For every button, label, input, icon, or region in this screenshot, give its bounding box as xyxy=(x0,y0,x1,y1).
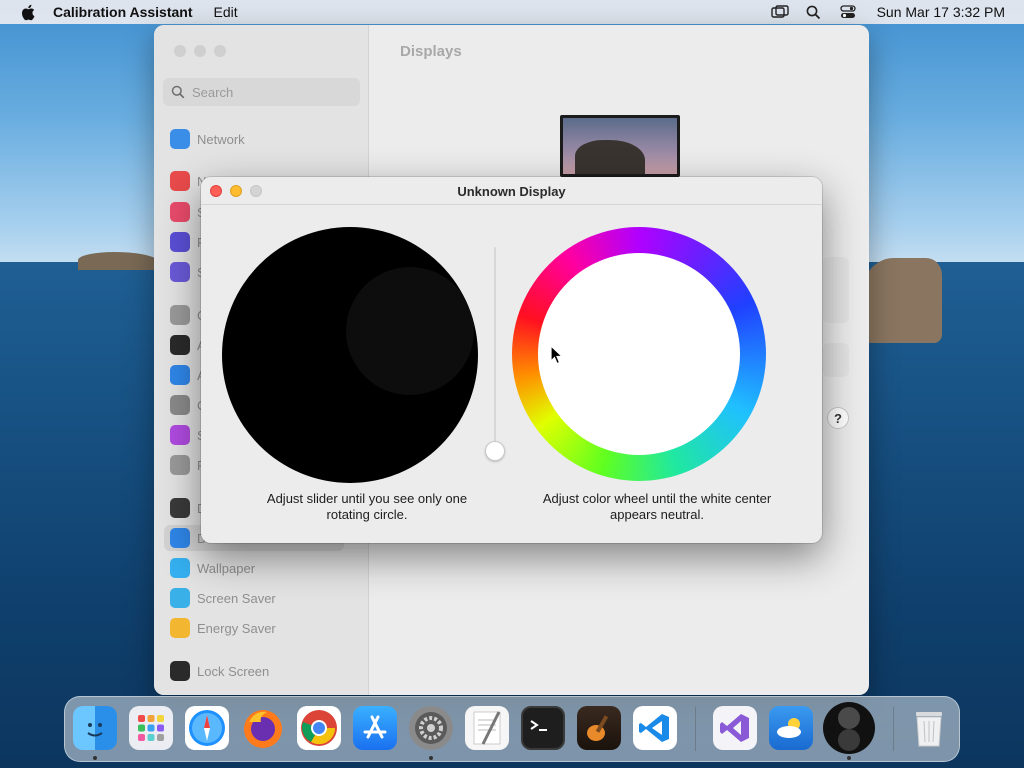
caption-line: appears neutral. xyxy=(610,507,704,522)
trash-icon[interactable] xyxy=(907,706,951,750)
menu-bar: Calibration Assistant Edit Sun Mar 17 3:… xyxy=(0,0,1024,24)
sidebar-item-network[interactable]: Network xyxy=(164,126,344,152)
gear-icon xyxy=(170,305,190,325)
siri-icon xyxy=(170,425,190,445)
unknown-display-dialog: Unknown Display Adjust slider until you … xyxy=(201,177,822,543)
sidebar-item-energy-saver[interactable]: Energy Saver xyxy=(164,615,344,641)
menu-bar-clock[interactable]: Sun Mar 17 3:32 PM xyxy=(877,4,1005,20)
launchpad-icon[interactable] xyxy=(129,706,173,750)
calibration-assistant-icon[interactable] xyxy=(823,702,875,754)
safari-icon[interactable] xyxy=(185,706,229,750)
firefox-icon[interactable] xyxy=(241,706,285,750)
gamma-slider-knob[interactable] xyxy=(485,441,505,461)
caption-line: Adjust slider until you see only one xyxy=(266,491,468,506)
sidebar-item-lock-screen[interactable]: Lock Screen xyxy=(164,658,344,684)
search-field[interactable]: Search xyxy=(163,78,360,106)
sidebar-item-screen-saver[interactable]: Screen Saver xyxy=(164,585,344,611)
sidebar-item-label: Network xyxy=(197,131,245,147)
screen-time-icon xyxy=(170,262,190,282)
running-indicator xyxy=(93,756,97,760)
sidebar-item-label: Screen Saver xyxy=(197,590,276,606)
dialog-titlebar[interactable]: Unknown Display xyxy=(201,177,822,205)
slider-instructions: Adjust slider until you see only one rot… xyxy=(222,491,512,523)
dock xyxy=(64,696,960,762)
visual-studio-icon[interactable] xyxy=(713,706,757,750)
sidebar-item-label: Lock Screen xyxy=(197,663,270,679)
sidebar-item-label: Energy Saver xyxy=(197,620,276,636)
terminal-icon[interactable] xyxy=(521,706,565,750)
window-controls xyxy=(174,45,226,57)
sidebar-item-label: Wallpaper xyxy=(197,560,256,576)
focus-icon xyxy=(170,232,190,252)
lock-icon xyxy=(170,661,190,681)
dialog-title: Unknown Display xyxy=(457,184,566,199)
screen-mirroring-icon[interactable] xyxy=(769,4,791,20)
dock-separator xyxy=(695,707,696,751)
hand-icon xyxy=(170,455,190,475)
settings-popup-button[interactable] xyxy=(823,343,849,377)
spotlight-search-icon[interactable] xyxy=(803,4,825,20)
battery-icon xyxy=(170,618,190,638)
accessibility-icon xyxy=(170,365,190,385)
app-menu-name[interactable]: Calibration Assistant xyxy=(53,4,193,20)
gamma-slider-track[interactable] xyxy=(494,247,496,452)
caption-line: rotating circle. xyxy=(326,507,408,522)
mouse-pointer-icon xyxy=(550,345,564,365)
displays-icon xyxy=(170,528,190,548)
help-button[interactable]: ? xyxy=(827,407,849,429)
search-icon xyxy=(171,85,185,99)
search-placeholder: Search xyxy=(192,84,234,100)
garageband-icon[interactable] xyxy=(577,706,621,750)
rotating-inner-circle xyxy=(346,267,474,395)
color-wheel-instructions: Adjust color wheel until the white cente… xyxy=(517,491,797,523)
dock-icon xyxy=(170,498,190,518)
sidebar-item-wallpaper[interactable]: Wallpaper xyxy=(164,555,344,581)
control-center-icon[interactable] xyxy=(837,4,859,20)
dock-separator xyxy=(893,707,894,751)
color-wheel-white-center[interactable] xyxy=(538,253,740,455)
notifications-icon xyxy=(170,171,190,191)
running-indicator xyxy=(429,756,433,760)
wallpaper-icon xyxy=(170,558,190,578)
page-title: Displays xyxy=(400,43,462,60)
display-thumbnail[interactable] xyxy=(560,115,680,177)
apple-menu-icon[interactable] xyxy=(20,4,36,21)
screen-saver-icon xyxy=(170,588,190,608)
system-settings-icon[interactable] xyxy=(409,706,453,750)
gamma-test-circle xyxy=(222,227,478,483)
network-icon xyxy=(170,129,190,149)
control-center-icon xyxy=(170,395,190,415)
appearance-icon xyxy=(170,335,190,355)
weather-icon[interactable] xyxy=(769,706,813,750)
settings-control[interactable] xyxy=(823,257,849,323)
vscode-icon[interactable] xyxy=(633,706,677,750)
close-button[interactable] xyxy=(174,45,186,57)
zoom-button[interactable] xyxy=(214,45,226,57)
sound-icon xyxy=(170,202,190,222)
running-indicator xyxy=(847,756,851,760)
edit-menu[interactable]: Edit xyxy=(214,4,238,20)
finder-icon[interactable] xyxy=(73,706,117,750)
textedit-icon[interactable] xyxy=(465,706,509,750)
minimize-button[interactable] xyxy=(194,45,206,57)
app-store-icon[interactable] xyxy=(353,706,397,750)
chrome-icon[interactable] xyxy=(297,706,341,750)
caption-line: Adjust color wheel until the white cente… xyxy=(542,491,772,506)
